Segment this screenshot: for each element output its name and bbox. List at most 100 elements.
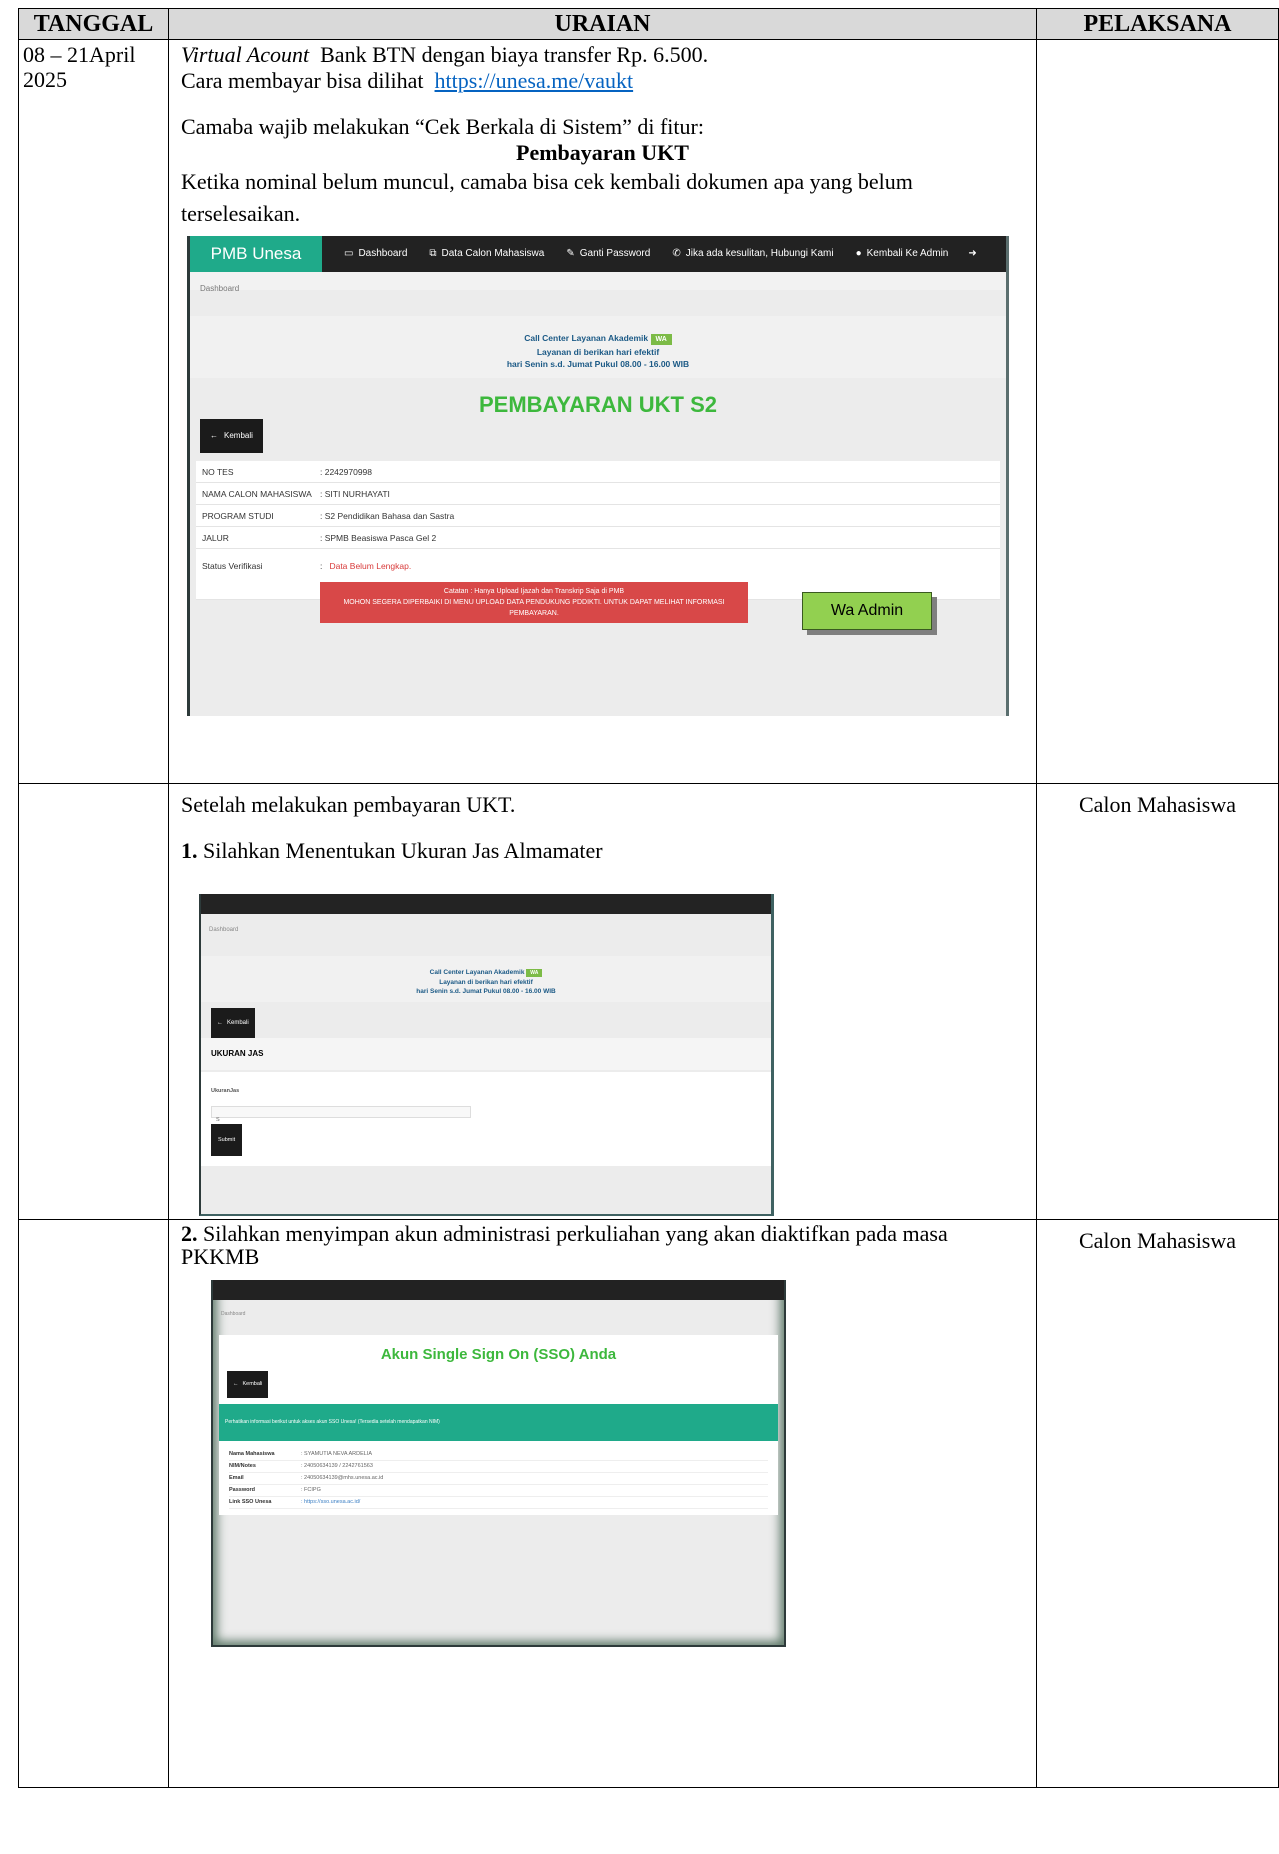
table-row: 08 – 21April 2025 Virtual Acount Bank BT… <box>18 39 1279 784</box>
info-value: : SPMB Beasiswa Pasca Gel 2 <box>320 532 437 543</box>
back-label: Kembali <box>242 1381 263 1387</box>
call-center-banner: Call Center Layanan Akademik WA Layanan … <box>201 956 771 1002</box>
pelaksana-cell <box>1036 39 1279 784</box>
setelah-text: Setelah melakukan pembayaran UKT. <box>181 792 516 817</box>
date-line: 08 – 21April <box>23 42 136 67</box>
copy-icon: ⧉ <box>429 248 437 259</box>
pencil-icon: ✎ <box>566 248 575 259</box>
status-value: : Data Belum Lengkap. Catatan : Hanya Up… <box>320 553 748 623</box>
breadcrumb[interactable]: Dashboard <box>213 1300 784 1329</box>
nav-kembali-admin[interactable]: ● Kembali Ke Admin <box>856 241 949 267</box>
section-heading: UKURAN JAS <box>201 1038 771 1070</box>
date-line: 2025 <box>23 67 67 92</box>
submit-button[interactable]: Submit <box>211 1124 243 1156</box>
call-center-banner: Call Center Layanan Akademik WA Layanan … <box>190 316 1006 378</box>
document: TANGGAL URAIAN PELAKSANA 08 – 21April 20… <box>18 8 1279 1788</box>
notice-bar: Perhatikan informasi berikut untuk akses… <box>219 1404 778 1441</box>
info-key: JALUR <box>202 532 229 543</box>
table-row: Link SSO Unesa: https://sso.unesa.ac.id/ <box>229 1497 768 1509</box>
nav-label: Data Calon Mahasiswa <box>441 248 545 259</box>
step-text: Silahkan Menentukan Ukuran Jas Almamater <box>197 838 603 863</box>
header-row: TANGGAL URAIAN PELAKSANA <box>18 8 1279 40</box>
back-button[interactable]: ← Kembali <box>227 1371 269 1398</box>
alert-box: Catatan : Hanya Upload Ijazah dan Transk… <box>320 582 748 623</box>
cc-title: Call Center Layanan Akademik <box>429 969 525 976</box>
step-text: Silahkan menyimpan akun administrasi per… <box>181 1221 948 1269</box>
logout-icon[interactable]: ➜ <box>968 241 976 267</box>
va-rest: Bank BTN dengan biaya transfer Rp. 6.500… <box>309 42 709 67</box>
va-text: Virtual Acount Bank BTN dengan biaya tra… <box>181 42 1024 68</box>
jas-form: UkuranJas S Submit <box>201 1072 771 1166</box>
pelaksana-cell: Calon Mahasiswa <box>1036 1219 1279 1788</box>
payment-guide-text: Cara membayar bisa dilihat https://unesa… <box>181 68 1024 94</box>
date-cell: 08 – 21April 2025 <box>18 39 169 784</box>
nav-label: Jika ada kesulitan, Hubungi Kami <box>685 248 834 259</box>
monitor-icon: ▭ <box>344 248 354 259</box>
ukuran-jas-input[interactable]: S <box>211 1106 471 1123</box>
wa-badge[interactable]: WA <box>526 969 543 977</box>
nav-label: Kembali Ke Admin <box>866 248 949 259</box>
info-key: Link SSO Unesa <box>229 1499 272 1505</box>
screenshot-sso: Dashboard Akun Single Sign On (SSO) Anda… <box>211 1280 786 1647</box>
step-number: 2. <box>181 1221 198 1246</box>
info-table: NO TES: 2242970998 NAMA CALON MAHASISWA:… <box>196 461 1000 623</box>
header-pelaksana: PELAKSANA <box>1036 8 1279 40</box>
sso-link[interactable]: : https://sso.unesa.ac.id/ <box>301 1491 360 1514</box>
nav-dashboard[interactable]: ▭ Dashboard <box>344 241 407 267</box>
cc-line: Layanan di berikan hari efektif <box>439 979 533 986</box>
info-key: Status Verifikasi <box>202 561 263 571</box>
header-tanggal: TANGGAL <box>18 8 169 40</box>
breadcrumb[interactable]: Dashboard <box>201 914 771 946</box>
arrow-left-icon: ← <box>217 1020 223 1026</box>
cc-line: hari Senin s.d. Jumat Pukul 08.00 - 16.0… <box>506 359 690 369</box>
header-uraian: URAIAN <box>168 8 1037 40</box>
wa-badge[interactable]: WA <box>650 334 672 345</box>
page-title: PEMBAYARAN UKT S2 <box>479 392 717 417</box>
sso-info: Nama Mahasiswa: SYAMUTIA NEVA ARDELIA NI… <box>229 1449 768 1509</box>
pembayaran-heading: Pembayaran UKT <box>516 140 689 165</box>
alert-line: Catatan : Hanya Upload Ijazah dan Transk… <box>443 588 625 595</box>
nav-label: Ganti Password <box>579 248 651 259</box>
cc-line: hari Senin s.d. Jumat Pukul 08.00 - 16.0… <box>416 988 556 995</box>
va-italic: Virtual Acount <box>181 42 310 67</box>
guide-label: Cara membayar bisa dilihat <box>181 68 430 93</box>
description-cell: Virtual Acount Bank BTN dengan biaya tra… <box>168 39 1037 784</box>
ketika-text: Ketika nominal belum muncul, camaba bisa… <box>181 169 913 226</box>
back-label: Kembali <box>227 1020 249 1026</box>
screenshot-pembayaran-ukt: PMB Unesa ▭ Dashboard ⧉ Data Calon Mahasis… <box>187 236 1009 716</box>
phone-icon: ✆ <box>672 248 681 259</box>
back-button[interactable]: ← Kembali <box>200 419 263 453</box>
breadcrumb[interactable]: Dashboard <box>190 272 1006 293</box>
back-button[interactable]: ← Kembali <box>211 1008 255 1038</box>
sso-card: Akun Single Sign On (SSO) Anda ← Kembali … <box>219 1335 778 1515</box>
status-text: Data Belum Lengkap. <box>329 561 412 571</box>
user-icon: ● <box>855 248 862 259</box>
brand-logo[interactable]: PMB Unesa <box>190 236 322 272</box>
alert-line: MOHON SEGERA DIPERBAIKI DI MENU UPLOAD D… <box>343 599 725 617</box>
schedule-table: TANGGAL URAIAN PELAKSANA 08 – 21April 20… <box>18 8 1279 1788</box>
pelaksana-cell: Calon Mahasiswa <box>1036 783 1279 1220</box>
description-cell: 2. Silahkan menyimpan akun administrasi … <box>168 1219 1037 1788</box>
wa-admin-button[interactable]: Wa Admin <box>802 592 932 630</box>
step-2: 2. Silahkan menyimpan akun administrasi … <box>181 1222 1024 1268</box>
nav-hubungi[interactable]: ✆ Jika ada kesulitan, Hubungi Kami <box>672 241 833 267</box>
arrow-left-icon: ← <box>233 1381 239 1387</box>
date-cell <box>18 783 169 1220</box>
cc-line: Layanan di berikan hari efektif <box>536 347 660 357</box>
step-number: 1. <box>181 838 198 863</box>
table-row: Setelah melakukan pembayaran UKT. 1. Sil… <box>18 783 1279 1220</box>
nav-data-calon[interactable]: ⧉ Data Calon Mahasiswa <box>429 241 544 267</box>
step-1: 1. Silahkan Menentukan Ukuran Jas Almama… <box>181 838 1024 864</box>
nav-ganti-password[interactable]: ✎ Ganti Password <box>566 241 650 267</box>
back-label: Kembali <box>224 431 253 440</box>
page-title: Akun Single Sign On (SSO) Anda <box>380 1346 617 1363</box>
nav-label: Dashboard <box>358 248 408 259</box>
navbar <box>213 1280 784 1300</box>
cc-title: Call Center Layanan Akademik <box>524 333 649 343</box>
camaba-text: Camaba wajib melakukan “Cek Berkala di S… <box>181 114 704 139</box>
guide-link[interactable]: https://unesa.me/vaukt <box>435 68 634 93</box>
navbar: PMB Unesa ▭ Dashboard ⧉ Data Calon Mahasis… <box>190 236 1006 272</box>
table-row: 2. Silahkan menyimpan akun administrasi … <box>18 1219 1279 1788</box>
screenshot-ukuran-jas: Dashboard Call Center Layanan Akademik W… <box>199 894 774 1216</box>
field-label: UkuranJas <box>211 1088 240 1094</box>
